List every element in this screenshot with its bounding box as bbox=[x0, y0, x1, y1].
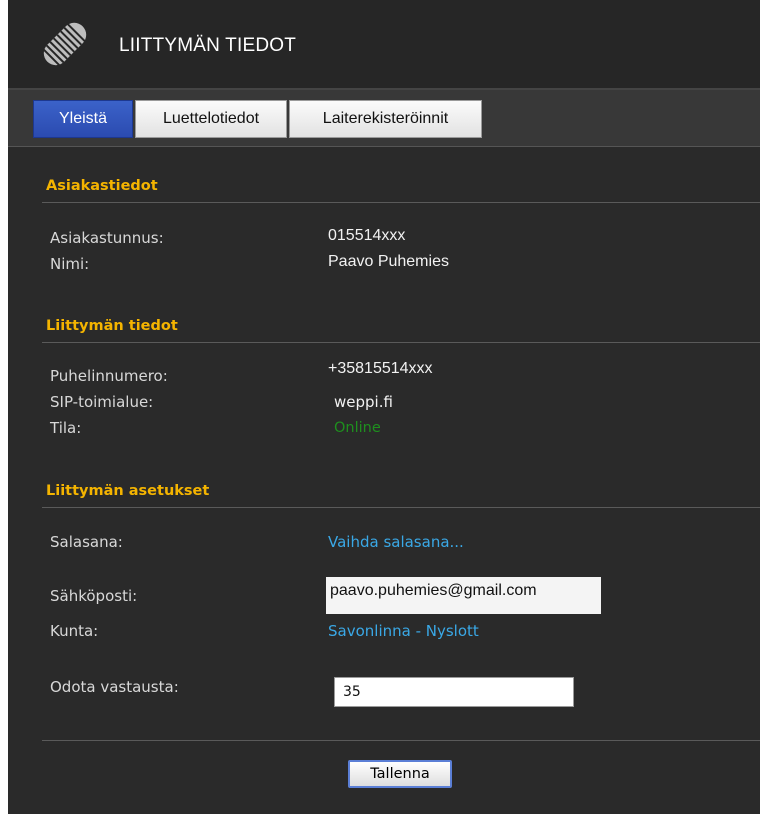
municipality-link[interactable]: Savonlinna - Nyslott bbox=[328, 622, 479, 640]
app-window: LIITTYMÄN TIEDOT Yleistä Luettelotiedot … bbox=[8, 0, 760, 814]
tab-bar: Yleistä Luettelotiedot Laiterekisteröinn… bbox=[8, 90, 760, 147]
change-password-link[interactable]: Vaihda salasana... bbox=[328, 533, 464, 551]
section-divider bbox=[42, 202, 760, 203]
tab-device-registrations[interactable]: Laiterekisteröinnit bbox=[289, 100, 482, 138]
customer-id-value: 015514xxx bbox=[328, 227, 406, 244]
customer-name-value: Paavo Puhemies bbox=[328, 253, 449, 270]
wait-answer-label: Odota vastausta: bbox=[50, 678, 179, 696]
phone-number-label: Puhelinnumero: bbox=[50, 367, 168, 385]
section-title-subscription: Liittymän tiedot bbox=[46, 318, 178, 334]
customer-name-label: Nimi: bbox=[50, 255, 90, 273]
municipality-label: Kunta: bbox=[50, 622, 99, 640]
section-divider bbox=[42, 342, 760, 343]
form-divider bbox=[42, 740, 760, 741]
tab-general[interactable]: Yleistä bbox=[33, 100, 133, 138]
tab-directory-info[interactable]: Luettelotiedot bbox=[135, 100, 287, 138]
striped-pen-logo-icon bbox=[42, 22, 87, 67]
status-label: Tila: bbox=[50, 419, 82, 437]
email-label: Sähköposti: bbox=[50, 587, 138, 605]
sip-domain-label: SIP-toimialue: bbox=[50, 393, 154, 411]
section-divider bbox=[42, 507, 760, 508]
page-title: LIITTYMÄN TIEDOT bbox=[119, 35, 297, 56]
sip-domain-value: weppi.fi bbox=[334, 393, 393, 411]
phone-number-value: +35815514xxx bbox=[328, 360, 433, 377]
password-label: Salasana: bbox=[50, 533, 123, 551]
section-title-customer: Asiakastiedot bbox=[46, 178, 158, 194]
header-bar: LIITTYMÄN TIEDOT bbox=[8, 0, 760, 90]
section-title-settings: Liittymän asetukset bbox=[46, 483, 210, 499]
save-button[interactable]: Tallenna bbox=[348, 760, 452, 788]
email-field[interactable]: paavo.puhemies@gmail.com bbox=[326, 577, 601, 614]
wait-answer-input[interactable] bbox=[334, 677, 574, 707]
customer-id-label: Asiakastunnus: bbox=[50, 229, 164, 247]
status-badge: Online bbox=[334, 420, 381, 436]
